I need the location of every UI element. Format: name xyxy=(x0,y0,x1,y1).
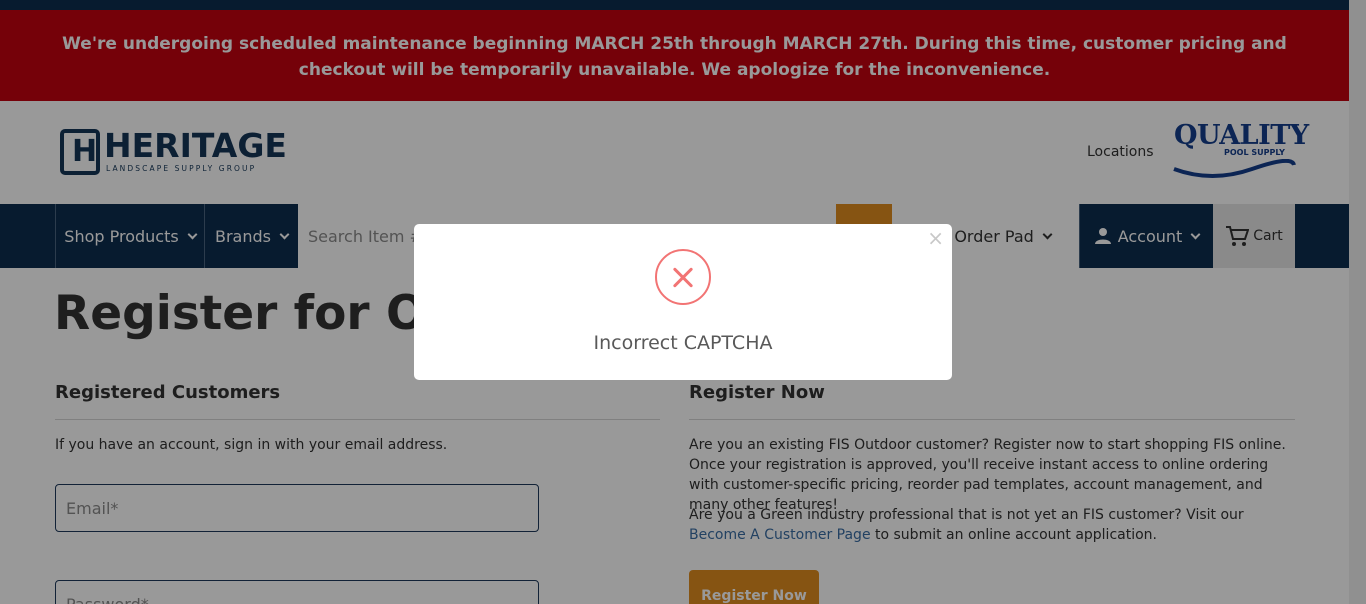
close-icon[interactable]: × xyxy=(927,228,944,248)
error-x-icon xyxy=(655,249,711,305)
modal-message: Incorrect CAPTCHA xyxy=(593,332,773,354)
captcha-error-modal: × Incorrect CAPTCHA xyxy=(414,224,952,380)
